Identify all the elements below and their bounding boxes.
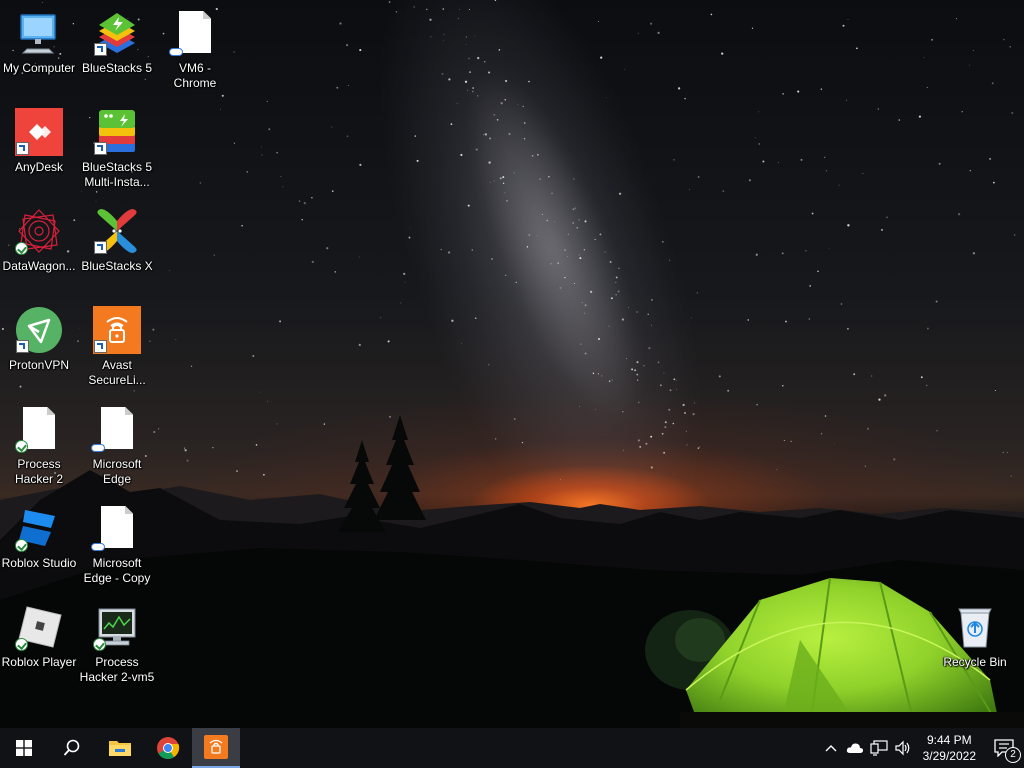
start-button[interactable] [0, 728, 48, 768]
sync-check-icon [93, 638, 106, 651]
desktop-icon-label: My Computer [2, 61, 76, 75]
desktop-icon-label: BlueStacks 5 Multi-Insta... [81, 160, 153, 189]
bluestacks-multi-instance-icon [93, 108, 141, 156]
desktop-icon-vm6-chrome[interactable]: VM6 - Chrome [156, 0, 234, 91]
taskbar: 9:44 PM 3/29/2022 2 [0, 728, 1024, 768]
volume-tray-button[interactable] [891, 728, 915, 768]
notification-count-badge: 2 [1005, 747, 1021, 763]
desktop-icon-label: DataWagon... [2, 259, 76, 273]
search-button[interactable] [48, 728, 96, 768]
desktop-icon-label: Microsoft Edge [92, 457, 142, 486]
desktop-icon-roblox-player[interactable]: Roblox Player [0, 594, 78, 670]
document-icon [15, 405, 63, 453]
anydesk-icon [15, 108, 63, 156]
desktop-icon-label: BlueStacks X [81, 259, 153, 273]
desktop-icon-recycle-bin[interactable]: Recycle Bin [936, 594, 1014, 670]
taskbar-clock[interactable]: 9:44 PM 3/29/2022 [915, 732, 984, 764]
avast-secureline-icon [93, 306, 141, 354]
desktop-icon-anydesk[interactable]: AnyDesk [0, 99, 78, 175]
shortcut-arrow-icon [94, 340, 107, 353]
cloud-status-icon [91, 543, 105, 551]
sync-check-icon [15, 242, 28, 255]
folder-icon [109, 741, 131, 756]
bluestacks-x-icon [93, 207, 141, 255]
sync-check-icon [15, 440, 28, 453]
cloud-status-icon [91, 444, 105, 452]
taskbar-chrome[interactable] [144, 728, 192, 768]
cloud-status-icon [169, 48, 183, 56]
sync-check-icon [15, 539, 28, 552]
taskbar-file-explorer[interactable] [96, 728, 144, 768]
desktop-icon-process-hacker-2[interactable]: Process Hacker 2 [0, 396, 78, 487]
desktop-icon-label: Process Hacker 2 [14, 457, 64, 486]
show-hidden-icons-button[interactable] [819, 728, 843, 768]
volume-icon [895, 740, 909, 756]
clock-date: 3/29/2022 [922, 749, 976, 763]
bluestacks-icon [93, 9, 141, 57]
desktop-icon-label: BlueStacks 5 [81, 61, 153, 75]
desktop-icon-microsoft-edge-copy[interactable]: Microsoft Edge - Copy [78, 495, 156, 586]
process-hacker-icon [93, 603, 141, 651]
desktop-icon-roblox-studio[interactable]: Roblox Studio [0, 495, 78, 571]
network-tray-button[interactable] [867, 728, 891, 768]
desktop-icon-label: Roblox Studio [1, 556, 77, 570]
desktop-icon-my-computer[interactable]: My Computer [0, 0, 78, 76]
computer-icon [15, 9, 63, 57]
desktop-icon-label: Microsoft Edge - Copy [83, 556, 151, 585]
desktop-icon-label: Recycle Bin [943, 655, 1007, 669]
shortcut-arrow-icon [94, 43, 107, 56]
protonvpn-icon [15, 306, 63, 354]
datawagon-icon [15, 207, 63, 255]
desktop-icon-label: Roblox Player [1, 655, 77, 669]
clock-time: 9:44 PM [926, 733, 972, 747]
search-icon [63, 739, 80, 756]
shortcut-arrow-icon [16, 340, 29, 353]
shortcut-arrow-icon [16, 142, 29, 155]
document-icon [91, 405, 141, 453]
document-icon [91, 504, 141, 552]
desktop-icon-avast-secureline[interactable]: Avast SecureLi... [78, 297, 156, 388]
desktop-icon-bluestacks-x[interactable]: BlueStacks X [78, 198, 156, 274]
desktop-icon-label: ProtonVPN [8, 358, 70, 372]
desktop-icon-protonvpn[interactable]: ProtonVPN [0, 297, 78, 373]
desktop-icon-label: VM6 - Chrome [173, 61, 217, 90]
roblox-player-icon [15, 603, 63, 651]
windows-logo-icon [16, 740, 32, 756]
onedrive-tray-button[interactable] [843, 728, 867, 768]
desktop-icon-datawagon[interactable]: DataWagon... [0, 198, 78, 274]
avast-secureline-icon [204, 735, 228, 759]
roblox-studio-icon [15, 504, 63, 552]
desktop-icon-microsoft-edge[interactable]: Microsoft Edge [78, 396, 156, 487]
network-icon [870, 740, 888, 756]
desktop-icon-process-hacker-2-vm5[interactable]: Process Hacker 2-vm5 [78, 594, 156, 685]
onedrive-cloud-icon [846, 743, 863, 753]
shortcut-arrow-icon [94, 142, 107, 155]
desktop-icon-bluestacks5-multi-instance[interactable]: BlueStacks 5 Multi-Insta... [78, 99, 156, 190]
recycle-bin-icon [951, 603, 999, 651]
desktop-icon-bluestacks5[interactable]: BlueStacks 5 [78, 0, 156, 76]
action-center-button[interactable]: 2 [984, 728, 1024, 768]
shortcut-arrow-icon [94, 241, 107, 254]
desktop-icon-label: Avast SecureLi... [88, 358, 146, 387]
chevron-up-icon [825, 745, 837, 752]
system-tray: 9:44 PM 3/29/2022 2 [819, 728, 1024, 768]
chrome-icon [157, 737, 180, 759]
desktop-icon-label: AnyDesk [14, 160, 64, 174]
desktop-icon-label: Process Hacker 2-vm5 [79, 655, 155, 684]
taskbar-avast-secureline[interactable] [192, 728, 240, 768]
document-icon [169, 9, 219, 57]
sync-check-icon [15, 638, 28, 651]
